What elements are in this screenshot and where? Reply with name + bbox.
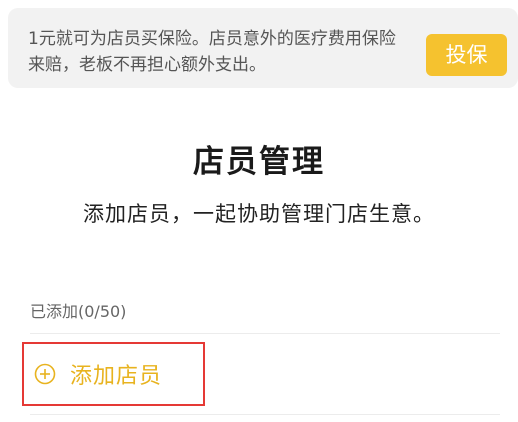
plus-circle-icon [34,363,56,385]
added-staff-count: 已添加(0/50) [30,302,127,321]
page-title: 店员管理 [193,144,325,180]
add-staff-button[interactable]: 添加店员 [22,342,205,406]
insure-button[interactable]: 投保 [426,34,507,76]
divider [30,414,500,415]
insurance-banner-text: 1元就可为店员买保险。店员意外的医疗费用保险来赔，老板不再担心额外支出。 [28,29,396,75]
insurance-banner: 1元就可为店员买保险。店员意外的医疗费用保险来赔，老板不再担心额外支出。 投保 [8,8,518,88]
divider [30,333,500,334]
page-subtitle: 添加店员，一起协助管理门店生意。 [83,202,435,226]
add-staff-label: 添加店员 [70,364,163,389]
